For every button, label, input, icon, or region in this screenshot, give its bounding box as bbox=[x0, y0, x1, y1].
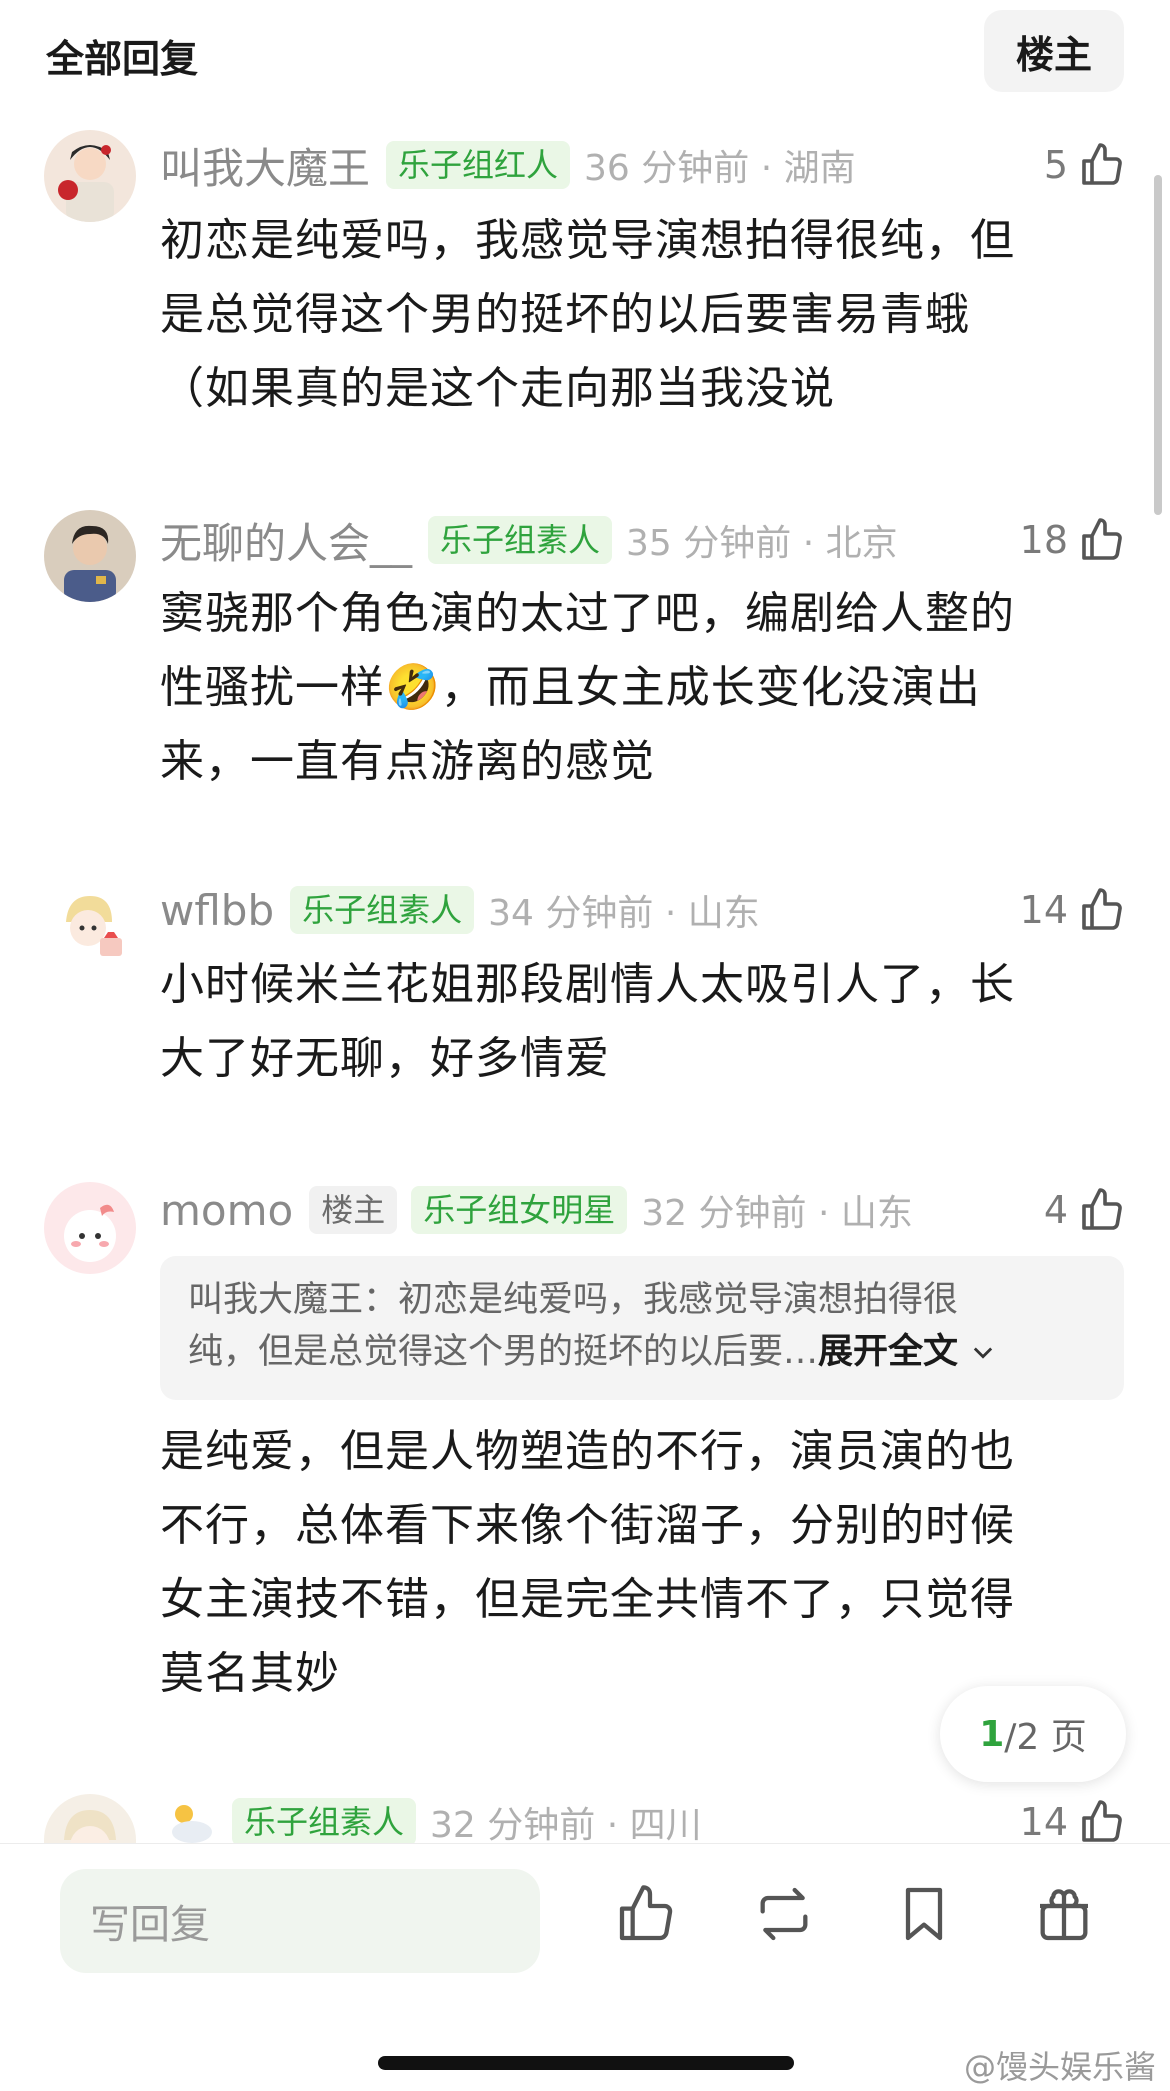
avatar[interactable] bbox=[44, 1182, 136, 1274]
username[interactable]: 无聊的人会__ bbox=[160, 510, 412, 571]
comment-meta: 无聊的人会__ 乐子组素人 35 分钟前 · 北京 bbox=[160, 510, 898, 570]
gift-icon[interactable] bbox=[1032, 1882, 1096, 1946]
thumbs-up-icon bbox=[1082, 1800, 1122, 1842]
comment-text: 小时候米兰花姐那段剧情人太吸引人了，长 大了好无聊，好多情爱 bbox=[160, 959, 1015, 1084]
comment-text: 初恋是纯爱吗，我感觉导演想拍得很纯，但 是总觉得这个男的挺坏的以后要害易青蛾 （… bbox=[160, 215, 1015, 414]
avatar[interactable] bbox=[44, 510, 136, 602]
user-badge: 乐子组女明星 bbox=[411, 1186, 628, 1234]
username[interactable]: wflbb bbox=[160, 886, 274, 935]
like-count: 5 bbox=[1043, 143, 1068, 187]
like-button[interactable]: 5 bbox=[1044, 135, 1126, 195]
comment-text: 是纯爱，但是人物塑造的不行，演员演的也 不行，总体看下来像个街溜子，分别的时候 … bbox=[160, 1426, 1015, 1699]
page-indicator[interactable]: 1/2 页 bbox=[940, 1686, 1126, 1782]
total-pages: /2 页 bbox=[1004, 1717, 1087, 1758]
repost-icon[interactable] bbox=[752, 1882, 816, 1946]
thumbs-up-icon bbox=[1082, 1188, 1122, 1230]
page-title: 全部回复 bbox=[46, 37, 199, 81]
bookmark-icon[interactable] bbox=[892, 1882, 956, 1946]
expand-full-text-link[interactable]: 展开全文 bbox=[818, 1332, 958, 1372]
username[interactable]: momo bbox=[160, 1186, 293, 1235]
quote-text: 纯，但是总觉得这个男的挺坏的以后要… bbox=[188, 1332, 819, 1372]
scrollbar[interactable] bbox=[1154, 175, 1162, 515]
avatar[interactable] bbox=[44, 882, 136, 974]
thumbs-up-icon bbox=[1082, 143, 1122, 185]
comment-meta: momo 楼主 乐子组女明星 32 分钟前 · 山东 bbox=[160, 1180, 913, 1240]
avatar[interactable] bbox=[44, 130, 136, 222]
user-badge: 乐子组红人 bbox=[386, 141, 571, 189]
like-button[interactable]: 18 bbox=[1020, 510, 1126, 570]
timestamp-location: 34 分钟前 · 山东 bbox=[488, 893, 760, 934]
like-count: 14 bbox=[1019, 888, 1068, 932]
comment-meta: wflbb 乐子组素人 34 分钟前 · 山东 bbox=[160, 880, 760, 940]
username[interactable]: 叫我大魔王 bbox=[160, 135, 370, 196]
bottom-action-bar: 写回复 @馒头娱乐酱 bbox=[0, 1843, 1170, 2091]
op-only-filter-button[interactable]: 楼主 bbox=[984, 10, 1124, 92]
like-button[interactable]: 4 bbox=[1044, 1180, 1126, 1240]
current-page: 1 bbox=[979, 1713, 1005, 1755]
like-count: 4 bbox=[1043, 1188, 1068, 1232]
home-indicator[interactable] bbox=[378, 2056, 794, 2070]
like-count: 14 bbox=[1019, 1800, 1068, 1844]
avatar[interactable] bbox=[44, 1794, 136, 1843]
timestamp-location: 36 分钟前 · 湖南 bbox=[584, 148, 856, 189]
watermark: @馒头娱乐酱 bbox=[963, 2048, 1156, 2086]
sun-cloud-icon bbox=[172, 1805, 212, 1843]
timestamp-location: 35 分钟前 · 北京 bbox=[626, 523, 898, 564]
thumbs-up-icon bbox=[1082, 518, 1122, 560]
comment-meta: 叫我大魔王 乐子组红人 36 分钟前 · 湖南 bbox=[160, 135, 856, 195]
user-badge: 乐子组素人 bbox=[428, 516, 613, 564]
reply-input[interactable]: 写回复 bbox=[60, 1869, 540, 1973]
quoted-reply[interactable]: 叫我大魔王：初恋是纯爱吗，我感觉导演想拍得很 纯，但是总觉得这个男的挺坏的以后要… bbox=[160, 1256, 1124, 1400]
op-badge: 楼主 bbox=[309, 1186, 398, 1234]
timestamp-location: 32 分钟前 · 四川 bbox=[430, 1805, 702, 1846]
like-button[interactable]: 14 bbox=[1020, 880, 1126, 940]
thumbs-up-icon[interactable] bbox=[614, 1882, 678, 1946]
thumbs-up-icon bbox=[1082, 888, 1122, 930]
user-badge: 乐子组素人 bbox=[290, 886, 475, 934]
chevron-down-icon[interactable] bbox=[969, 1338, 997, 1366]
like-count: 18 bbox=[1019, 518, 1068, 562]
comment-text: 窦骁那个角色演的太过了吧，编剧给人整的 性骚扰一样🤣，而且女主成长变化没演出 来… bbox=[160, 588, 1015, 787]
user-badge: 乐子组素人 bbox=[232, 1798, 417, 1846]
header: 全部回复 楼主 bbox=[0, 0, 1170, 100]
timestamp-location: 32 分钟前 · 山东 bbox=[641, 1193, 913, 1234]
